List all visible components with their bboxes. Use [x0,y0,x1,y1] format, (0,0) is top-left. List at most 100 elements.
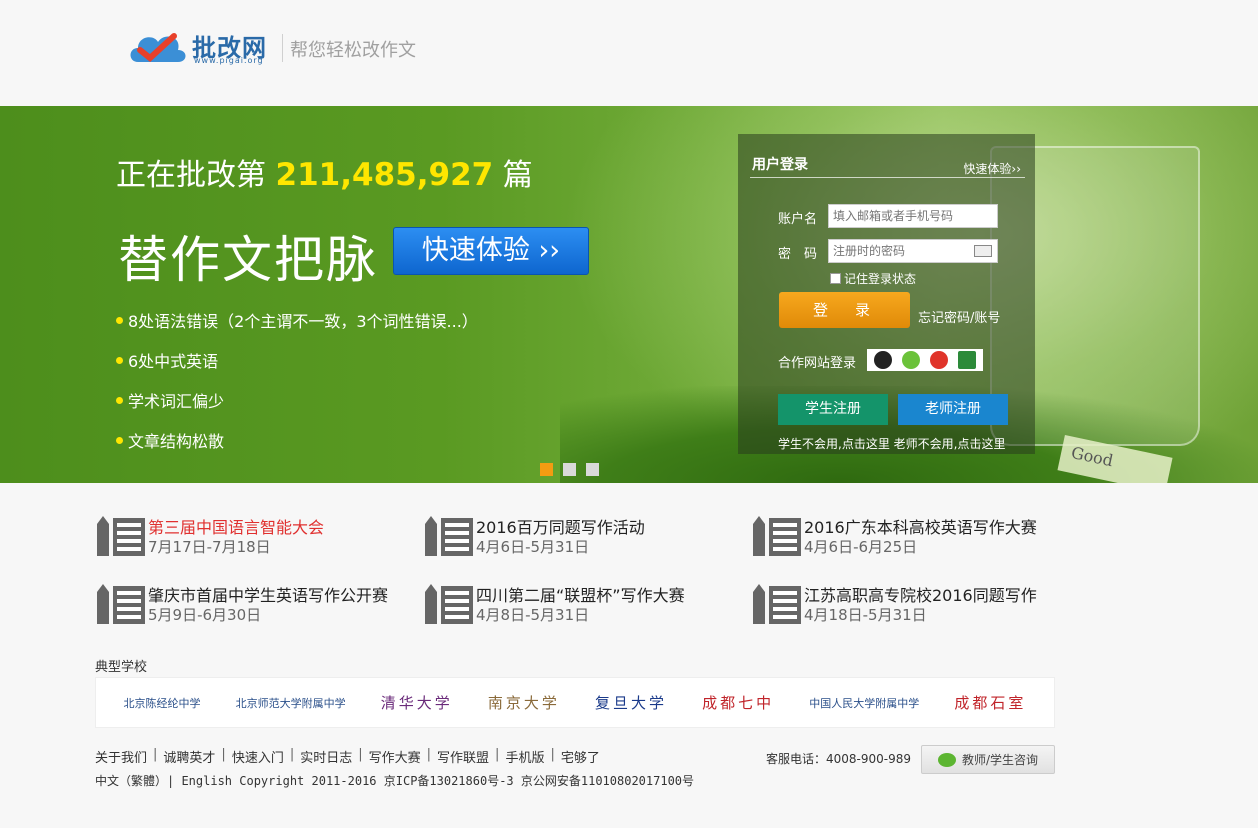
weibo-icon[interactable] [930,351,948,369]
partner-login-icons [867,349,983,371]
register-help-link[interactable]: 学生不会用,点击这里 老师不会用,点击这里 [778,435,1005,452]
school-logo[interactable]: 北京师范大学附属中学 [236,695,346,711]
banner-title: 替作文把脉 [118,231,378,289]
footer-link[interactable]: 写作大赛 [369,747,421,766]
wechat-icon[interactable] [902,351,920,369]
remember-checkbox[interactable] [830,273,841,284]
news-item[interactable]: 四川第二届“联盟杯”写作大赛 4月8日-5月31日 [424,582,734,628]
school-logo[interactable]: 北京陈经纶中学 [124,695,201,711]
pencil-list-icon [97,584,145,624]
account-label: 账户名 [778,212,818,227]
carousel-dot-1[interactable] [540,463,553,476]
news-title[interactable]: 江苏高职高专院校2016同题写作 [804,582,1037,606]
feature-item: 学术词汇偏少 [116,380,478,420]
footer-link[interactable]: 实时日志 [300,747,352,766]
footer-link[interactable]: 关于我们 [95,747,147,766]
carousel-dot-3[interactable] [586,463,599,476]
bullet-dot-icon [116,436,123,444]
school-logo[interactable]: 中国人民大学附属中学 [809,695,919,711]
login-panel: 用户登录 快速体验›› 账户名 密 码 记住登录状态 登 录 忘记密码/账号 合… [738,134,1035,454]
footer-link[interactable]: 快速入门 [232,747,284,766]
forgot-password-link[interactable]: 忘记密码/账号 [918,307,1000,326]
pencil-list-icon [753,516,801,556]
footer-link[interactable]: 诚聘英才 [163,747,215,766]
login-button[interactable]: 登 录 [779,292,910,328]
partner-login-label: 合作网站登录 [778,356,857,371]
footer-separator: | [153,747,158,762]
pencil-list-icon [97,516,145,556]
counter-value: 211,485,927 [275,157,494,193]
qq-icon[interactable] [874,351,892,369]
password-label: 密 码 [778,247,818,262]
news-title[interactable]: 2016百万同题写作活动 [476,514,645,538]
news-title[interactable]: 四川第二届“联盟杯”写作大赛 [476,582,685,606]
news-item[interactable]: 2016广东本科高校英语写作大赛 4月6日-6月25日 [752,514,1062,560]
pencil-list-icon [425,584,473,624]
essay-counter: 正在批改第 211,485,927 篇 [116,150,533,194]
account-input[interactable] [828,204,998,228]
school-logo[interactable]: 南京大学 [488,692,560,713]
news-date: 4月8日-5月31日 [476,606,590,624]
school-logo[interactable]: 复旦大学 [595,692,667,713]
news-title[interactable]: 第三届中国语言智能大会 [148,514,324,538]
keyboard-icon[interactable] [974,245,992,257]
news-item[interactable]: 2016百万同题写作活动 4月6日-5月31日 [424,514,734,560]
footer-link[interactable]: 宅够了 [561,747,600,766]
news-title[interactable]: 肇庆市首届中学生英语写作公开赛 [148,582,388,606]
logo-url: www.pigai.org [194,56,264,65]
news-title[interactable]: 2016广东本科高校英语写作大赛 [804,514,1037,538]
footer-separator: | [495,747,500,762]
news-date: 5月9日-6月30日 [148,606,262,624]
quick-try-button[interactable]: 快速体验 ›› [393,227,589,275]
footer-separator: | [358,747,363,762]
pencil-list-icon [425,516,473,556]
bullet-dot-icon [116,356,123,364]
password-input[interactable] [828,239,998,263]
teacher-register-button[interactable]: 老师注册 [898,394,1008,425]
bullet-dot-icon [116,316,123,324]
student-register-button[interactable]: 学生注册 [778,394,888,425]
partner-site-icon[interactable] [958,351,976,369]
school-logo[interactable]: 成都石室 [954,692,1026,713]
logo-divider [282,34,283,62]
feature-item: 文章结构松散 [116,420,478,460]
carousel-dots [540,463,599,476]
footer-link[interactable]: 手机版 [505,747,544,766]
footer-separator: | [550,747,555,762]
news-date: 4月6日-6月25日 [804,538,918,556]
news-date: 7月17日-7月18日 [148,538,271,556]
footer-link[interactable]: 写作联盟 [437,747,489,766]
slogan: 帮您轻松改作文 [290,40,416,61]
logo[interactable]: 批改网 www.pigai.org [126,26,276,68]
news-date: 4月6日-5月31日 [476,538,590,556]
cloud-check-icon [130,33,186,62]
school-logo[interactable]: 清华大学 [381,692,453,713]
bullet-dot-icon [116,396,123,404]
login-title: 用户登录 [752,157,808,173]
footer-separator: | [221,747,226,762]
feature-item: 8处语法错误（2个主谓不一致，3个词性错误...） [116,300,478,340]
quick-try-link[interactable]: 快速体验›› [963,160,1021,177]
footer-separator: | [426,747,432,762]
school-logo[interactable]: 成都七中 [702,692,774,713]
remember-me[interactable]: 记住登录状态 [830,270,916,287]
counter-prefix: 正在批改第 [116,158,266,193]
news-item[interactable]: 江苏高职高专院校2016同题写作 4月18日-5月31日 [752,582,1062,628]
footer-links: 关于我们 | 诚聘英才 | 快速入门 | 实时日志 | 写作大赛 | 写作联盟 | 手机版 | 宅够了 [95,747,600,766]
schools-bar: 北京陈经纶中学 北京师范大学附属中学 清华大学 南京大学 复旦大学 成都七中 中国人民大学附… [95,677,1055,728]
service-hotline: 客服电话：4008-900-989 [766,752,912,766]
news-date: 4月18日-5月31日 [804,606,927,624]
news-item[interactable]: 第三届中国语言智能大会 7月17日-7月18日 [96,514,406,560]
counter-suffix: 篇 [502,158,533,193]
header: 批改网 www.pigai.org 帮您轻松改作文 [0,0,1258,106]
schools-label: 典型学校 [95,660,148,675]
footer-copyright: 中文（繁體）| English Copyright 2011-2016 京ICP… [95,774,695,788]
news-item[interactable]: 肇庆市首届中学生英语写作公开赛 5月9日-6月30日 [96,582,406,628]
pencil-list-icon [753,584,801,624]
feature-list: 8处语法错误（2个主谓不一致，3个词性错误...） 6处中式英语 学术词汇偏少 … [116,300,478,460]
carousel-dot-2[interactable] [563,463,576,476]
feature-item: 6处中式英语 [116,340,478,380]
consult-button[interactable]: 教师/学生咨询 [921,745,1055,774]
chat-icon [937,752,956,767]
footer-separator: | [289,747,295,762]
